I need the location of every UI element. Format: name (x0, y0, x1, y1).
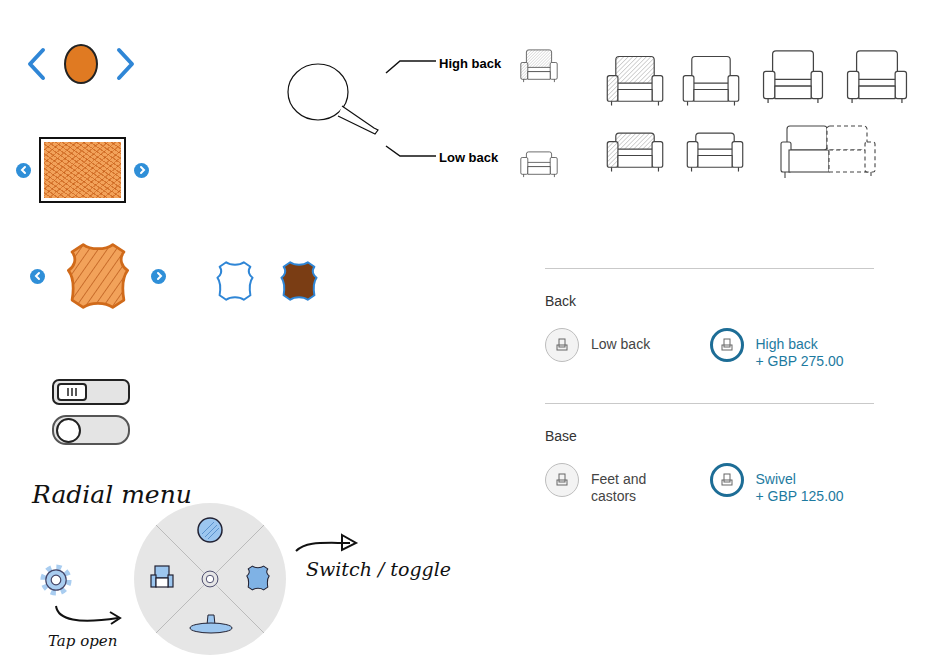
option-group-title: Back (545, 291, 874, 312)
option-chair-icon[interactable] (545, 463, 579, 497)
option-chair-icon[interactable] (710, 463, 744, 497)
fabric-swatch[interactable] (39, 137, 126, 203)
leather-choices (213, 254, 321, 308)
curved-arrow-icon (48, 604, 138, 630)
option-text: High back+ GBP 275.00 (756, 328, 844, 370)
option-choice[interactable]: Swivel+ GBP 125.00 (710, 463, 875, 505)
radial-item-base-icon[interactable] (188, 613, 234, 635)
toggle-group (52, 379, 130, 445)
switch-note: Switch / toggle (292, 530, 451, 583)
next-arrow-icon[interactable] (134, 163, 149, 178)
radial-menu (134, 503, 286, 655)
radial-item-color-icon[interactable] (196, 516, 224, 544)
option-price: + GBP 125.00 (756, 488, 844, 505)
option-text: Swivel+ GBP 125.00 (756, 463, 844, 505)
sofa-sketch-icon (777, 120, 881, 182)
radial-item-leather-icon[interactable] (244, 563, 272, 593)
next-arrow-icon[interactable] (151, 269, 166, 284)
previous-arrow-icon[interactable] (26, 47, 48, 81)
chair-sketch-icon (603, 54, 667, 108)
option-row: Low back High back+ GBP 275.00 (545, 328, 874, 370)
options-panel: Back Low back High back+ GBP 275.00 Base Fee… (545, 268, 874, 538)
option-text: Feet and castors (591, 463, 667, 505)
chair-sketches (515, 36, 915, 196)
option-label: Low back (591, 328, 650, 353)
diagram-label: Low back (439, 148, 498, 168)
option-choice[interactable]: Low back (545, 328, 710, 370)
diagram-label: High back (439, 54, 501, 74)
option-group: Base Feet and castors Swivel+ GBP 125.00 (545, 403, 874, 538)
next-arrow-icon[interactable] (114, 47, 136, 81)
previous-arrow-icon[interactable] (30, 269, 45, 284)
leather-carousel (30, 236, 166, 316)
chair-sketch-icon (683, 120, 747, 174)
option-chair-icon[interactable] (545, 328, 579, 362)
chair-sketch-icon (518, 138, 560, 184)
radial-menu-title: Radial menu (32, 476, 192, 514)
chair-sketch-icon (679, 54, 743, 108)
option-price: + GBP 275.00 (756, 353, 844, 370)
leather-choice-icon[interactable] (213, 254, 257, 308)
gear-icon[interactable] (196, 565, 224, 593)
option-label: Feet and castors (591, 463, 667, 505)
chair-sketch-icon (518, 40, 560, 92)
chair-sketch-icon (603, 120, 667, 174)
option-label: High back (756, 328, 844, 353)
tap-note: Tap open (48, 604, 138, 653)
gear-button (38, 562, 74, 598)
switch-toggle-note: Switch / toggle (306, 555, 451, 584)
option-choice[interactable]: Feet and castors (545, 463, 710, 505)
leather-hide-icon[interactable] (61, 236, 135, 316)
option-chair-icon[interactable] (710, 328, 744, 362)
tap-open-note: Tap open (48, 630, 138, 653)
color-swatch[interactable] (64, 44, 98, 84)
option-row: Feet and castors Swivel+ GBP 125.00 (545, 463, 874, 505)
gear-icon[interactable] (38, 562, 74, 598)
sketch-board: Radial menu Tap open Switch / toggle High b… (0, 0, 926, 671)
chair-sketch-icon (843, 46, 911, 108)
radial-item-chair-icon[interactable] (148, 563, 176, 591)
option-choice[interactable]: High back+ GBP 275.00 (710, 328, 875, 370)
toggle-knob[interactable] (56, 418, 81, 443)
option-group: Back Low back High back+ GBP 275.00 (545, 268, 874, 403)
previous-arrow-icon[interactable] (16, 163, 31, 178)
arrow-icon (292, 530, 451, 555)
option-group-title: Base (545, 426, 874, 447)
color-carousel (26, 44, 136, 84)
option-text: Low back (591, 328, 650, 353)
leather-choice-icon[interactable] (277, 254, 321, 308)
toggle-knob[interactable] (57, 383, 87, 401)
toggle-switch[interactable] (52, 415, 130, 445)
fabric-carousel (16, 137, 149, 203)
option-label: Swivel (756, 463, 844, 488)
chair-sketch-icon (759, 46, 827, 108)
radial-title: Radial menu (32, 476, 192, 514)
back-height-diagram: High back Low back (282, 40, 512, 170)
paddle-icon (282, 40, 442, 170)
toggle-switch[interactable] (52, 379, 130, 405)
